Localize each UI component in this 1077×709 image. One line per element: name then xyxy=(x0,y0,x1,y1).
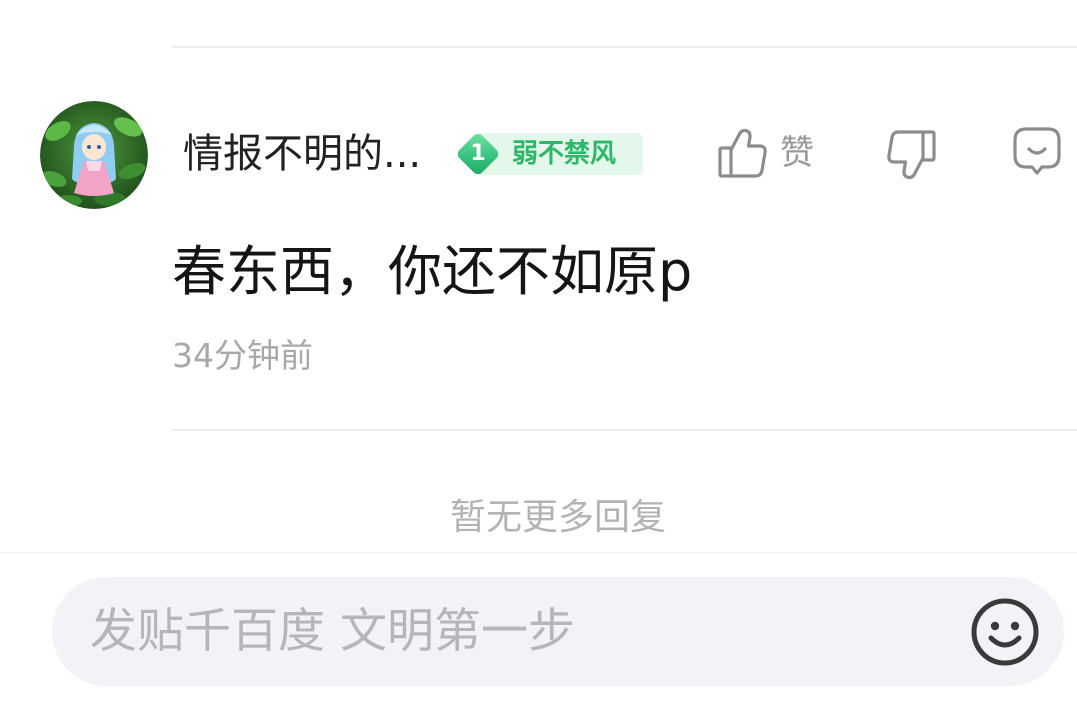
comment-divider xyxy=(172,429,1077,431)
avatar-image xyxy=(40,101,148,209)
like-label: 赞 xyxy=(780,133,814,173)
comment-timestamp: 34分钟前 xyxy=(172,336,313,375)
thumbs-down-icon xyxy=(887,130,936,180)
level-number: 1 xyxy=(470,141,486,166)
comment-text: 春东西，你还不如原p xyxy=(172,240,693,303)
like-button[interactable]: 赞 xyxy=(718,126,822,180)
username[interactable]: 情报不明的... xyxy=(183,131,421,177)
smiley-icon xyxy=(971,598,1039,666)
composer-bar xyxy=(52,577,1064,686)
thumbs-up-icon xyxy=(718,128,767,178)
composer-divider xyxy=(0,552,1077,553)
no-more-replies-label: 暂无更多回复 xyxy=(449,497,666,538)
level-badge: 1 弱不禁风 xyxy=(455,131,643,177)
avatar[interactable] xyxy=(40,101,148,209)
reply-button[interactable] xyxy=(1012,126,1062,178)
top-divider xyxy=(172,46,1077,48)
reply-input[interactable] xyxy=(90,577,950,686)
reply-bubble-icon xyxy=(1013,127,1061,175)
emoji-button[interactable] xyxy=(970,597,1040,667)
dislike-button[interactable] xyxy=(886,129,936,181)
level-title: 弱不禁风 xyxy=(512,139,617,169)
